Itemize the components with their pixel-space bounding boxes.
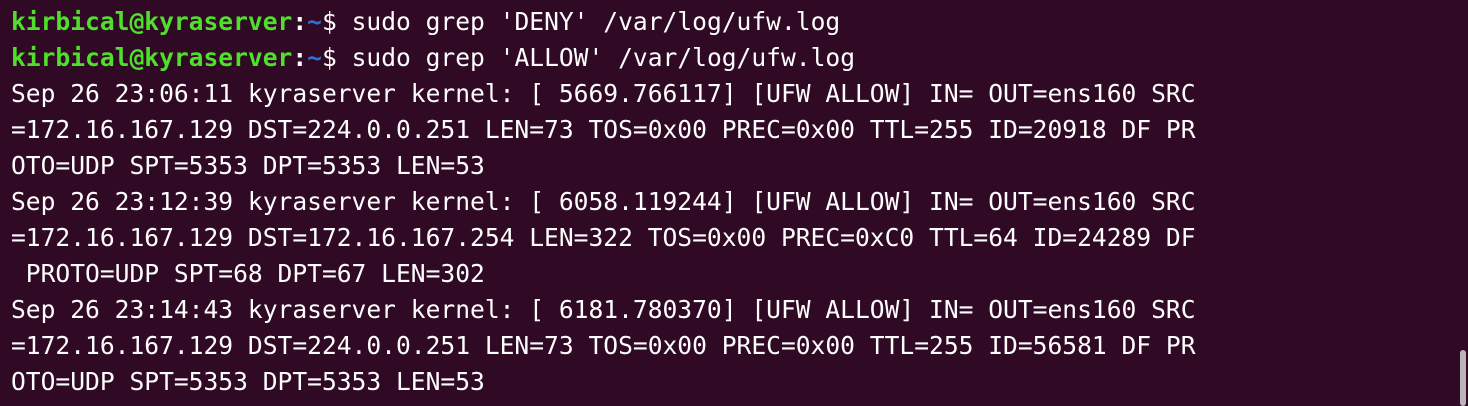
output-line: Sep 26 23:12:39 kyraserver kernel: [ 605…: [11, 187, 1196, 216]
command-text: sudo grep 'ALLOW' /var/log/ufw.log: [351, 43, 856, 72]
prompt-user-host: kirbical@kyraserver: [11, 7, 293, 36]
prompt-user-host: kirbical@kyraserver: [11, 43, 293, 72]
prompt-cwd: ~: [307, 43, 322, 72]
prompt-cwd: ~: [307, 7, 322, 36]
scrollbar[interactable]: [1458, 0, 1468, 406]
output-line: =172.16.167.129 DST=172.16.167.254 LEN=3…: [11, 223, 1196, 252]
output-line: Sep 26 23:06:11 kyraserver kernel: [ 566…: [11, 79, 1196, 108]
scrollbar-thumb[interactable]: [1460, 350, 1466, 406]
output-line: OTO=UDP SPT=5353 DPT=5353 LEN=53: [11, 151, 485, 180]
command-line-2: kirbical@kyraserver:~$ sudo grep 'ALLOW'…: [11, 40, 1468, 76]
prompt-dollar: $: [321, 7, 352, 36]
prompt-colon: :: [292, 7, 308, 36]
prompt-colon: :: [292, 43, 308, 72]
output-line: PROTO=UDP SPT=68 DPT=67 LEN=302: [11, 259, 485, 288]
terminal-window[interactable]: kirbical@kyraserver:~$ sudo grep 'DENY' …: [0, 0, 1468, 406]
output-line: =172.16.167.129 DST=224.0.0.251 LEN=73 T…: [11, 331, 1196, 360]
command-text: sudo grep 'DENY' /var/log/ufw.log: [351, 7, 841, 36]
output-line: OTO=UDP SPT=5353 DPT=5353 LEN=53: [11, 367, 485, 396]
prompt-dollar: $: [321, 43, 352, 72]
output-line: Sep 26 23:14:43 kyraserver kernel: [ 618…: [11, 295, 1196, 324]
output-line: =172.16.167.129 DST=224.0.0.251 LEN=73 T…: [11, 115, 1196, 144]
command-line-1: kirbical@kyraserver:~$ sudo grep 'DENY' …: [11, 4, 1468, 40]
